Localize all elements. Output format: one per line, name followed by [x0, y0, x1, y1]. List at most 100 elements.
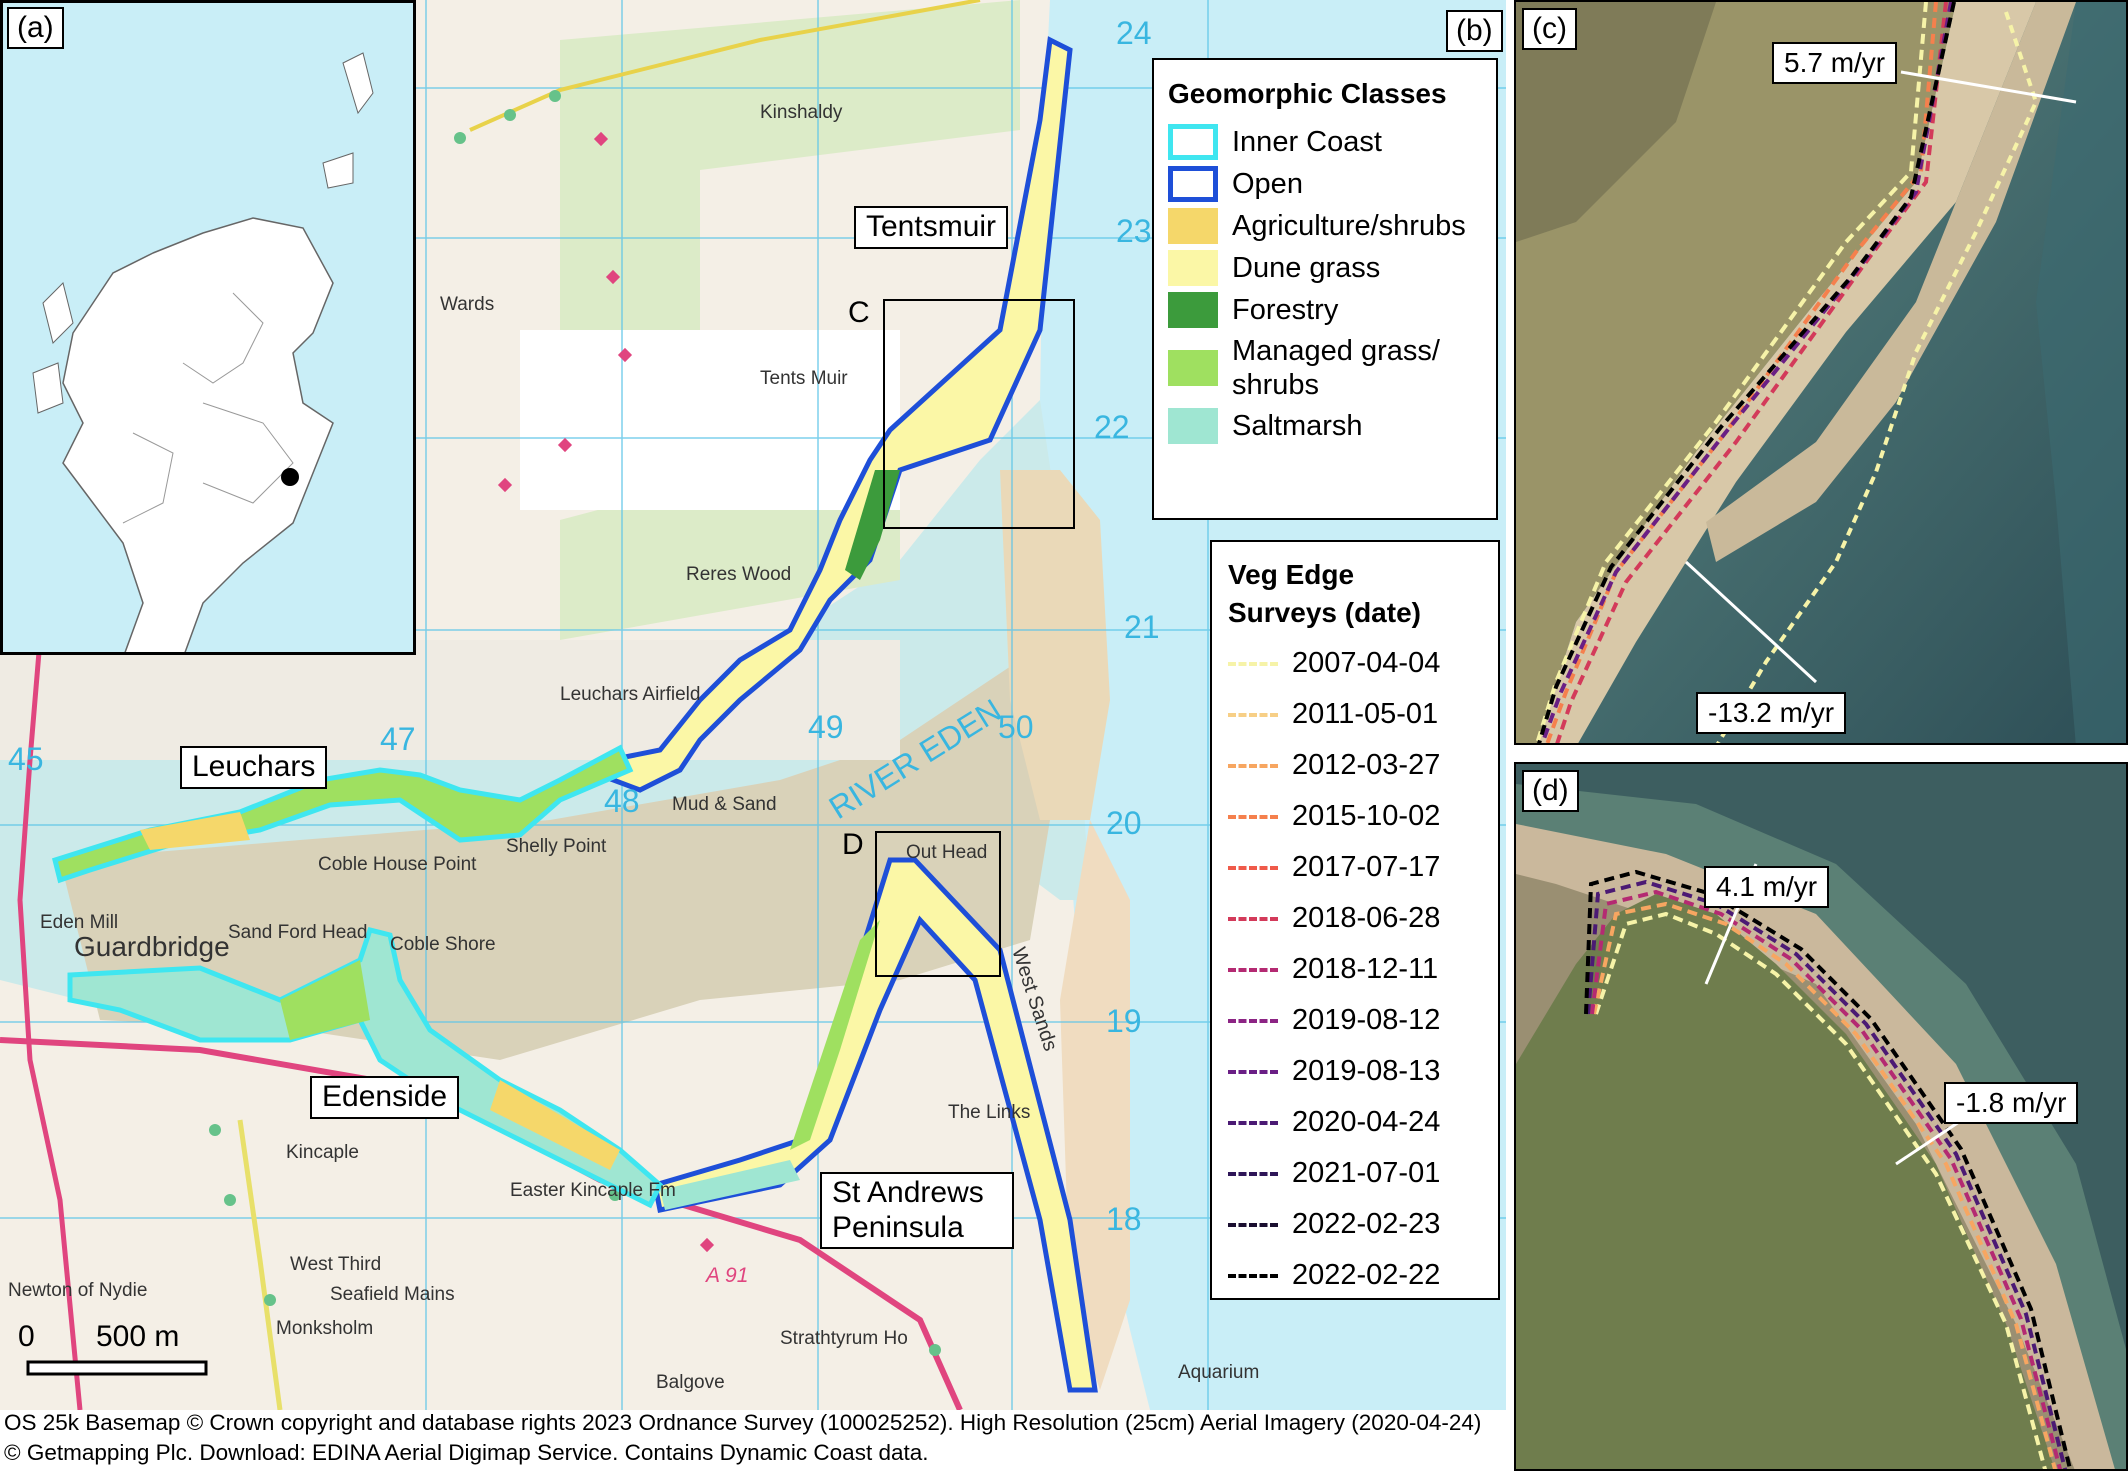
- legend-class-label: Managed grass/ shrubs: [1232, 335, 1440, 401]
- legend-class-label: Agriculture/shrubs: [1232, 210, 1466, 242]
- legend-survey-date: 2022-02-22: [1292, 1259, 1441, 1291]
- inset-box-c-label: C: [848, 296, 870, 329]
- legend-survey-date: 2018-06-28: [1292, 902, 1441, 934]
- inset-d-panel: (d) 4.1 m/yr -1.8 m/yr: [1514, 762, 2128, 1471]
- label-monksholm: Monksholm: [276, 1318, 373, 1339]
- grid-label-47: 47: [380, 721, 416, 757]
- legend-class-dune-grass: Dune grass: [1168, 250, 1484, 286]
- label-strathtyrum: Strathtyrum Ho: [780, 1328, 908, 1349]
- legend-dash-line: [1228, 1069, 1278, 1074]
- label-tents-muir: Tents Muir: [760, 368, 848, 389]
- label-coble-shore: Coble Shore: [390, 934, 496, 955]
- legend-dash-line: [1228, 661, 1278, 666]
- legend-survey-2019-08-13: 2019-08-13: [1228, 1046, 1486, 1097]
- label-coble-house-point: Coble House Point: [318, 854, 477, 875]
- legend-class-managed-grass-shrubs: Managed grass/ shrubs: [1168, 334, 1484, 402]
- label-eden-mill: Eden Mill: [40, 912, 118, 933]
- legend-dash-line: [1228, 1273, 1278, 1278]
- legend-survey-date: 2018-12-11: [1292, 953, 1439, 985]
- legend-survey-2022-02-23: 2022-02-23: [1228, 1199, 1486, 1250]
- label-sand-ford-head: Sand Ford Head: [228, 922, 367, 943]
- scale-bar-distance: 500 m: [96, 1320, 180, 1353]
- grid-label-19: 19: [1106, 1003, 1142, 1039]
- rate-c-upper: 5.7 m/yr: [1772, 42, 1898, 84]
- scale-bar-zero: 0: [18, 1320, 35, 1353]
- legend-survey-date: 2015-10-02: [1292, 800, 1441, 832]
- rate-c-lower: -13.2 m/yr: [1696, 692, 1847, 734]
- edenside-label: Edenside: [310, 1076, 460, 1119]
- grid-label-48: 48: [604, 783, 640, 819]
- scotland-overview: [32, 52, 374, 652]
- legend-class-saltmarsh: Saltmarsh: [1168, 408, 1484, 444]
- legend-survey-date: 2021-07-01: [1292, 1157, 1441, 1189]
- grid-label-49: 49: [808, 709, 844, 745]
- rate-d-lower: -1.8 m/yr: [1944, 1082, 2079, 1124]
- legend-survey-2022-02-22: 2022-02-22: [1228, 1250, 1486, 1301]
- label-the-links: The Links: [948, 1102, 1030, 1123]
- label-aquarium: Aquarium: [1178, 1362, 1259, 1383]
- legend-survey-date: 2019-08-12: [1292, 1004, 1441, 1036]
- label-kinshaldy: Kinshaldy: [760, 102, 843, 123]
- legend-class-label: Saltmarsh: [1232, 410, 1363, 442]
- tentsmuir-label: Tentsmuir: [854, 206, 1009, 249]
- grid-label-22: 22: [1094, 409, 1130, 445]
- panel-a-label: (a): [7, 7, 64, 49]
- label-wards: Wards: [440, 294, 494, 315]
- legend-swatch: [1168, 250, 1218, 286]
- legend-class-label: Dune grass: [1232, 252, 1381, 284]
- legend-class-agriculture-shrubs: Agriculture/shrubs: [1168, 208, 1484, 244]
- label-out-head: Out Head: [906, 842, 987, 863]
- legend-survey-date: 2007-04-04: [1292, 647, 1441, 679]
- geomorphic-legend-title: Geomorphic Classes: [1168, 78, 1447, 109]
- label-reres-wood: Reres Wood: [686, 564, 791, 585]
- grid-label-23: 23: [1116, 213, 1152, 249]
- rate-d-upper: 4.1 m/yr: [1704, 866, 1830, 908]
- legend-survey-2021-07-01: 2021-07-01: [1228, 1148, 1486, 1199]
- grid-label-21: 21: [1124, 609, 1160, 645]
- label-shelly-point: Shelly Point: [506, 836, 607, 857]
- label-west-third: West Third: [290, 1254, 381, 1275]
- legend-dash-line: [1228, 1171, 1278, 1176]
- label-newton-of-nydie: Newton of Nydie: [8, 1280, 147, 1301]
- label-a91: A 91: [704, 1264, 748, 1287]
- credits-line-1: OS 25k Basemap © Crown copyright and dat…: [4, 1410, 1482, 1435]
- label-seafield-mains: Seafield Mains: [330, 1284, 455, 1305]
- inset-c-aerial: [1516, 2, 2126, 743]
- grid-label-45: 45: [8, 741, 44, 777]
- legend-survey-2018-12-11: 2018-12-11: [1228, 944, 1486, 995]
- panel-c-label: (c): [1522, 8, 1577, 50]
- legend-survey-2011-05-01: 2011-05-01: [1228, 689, 1486, 740]
- leuchars-label: Leuchars: [180, 746, 328, 789]
- label-guardbridge: Guardbridge: [74, 931, 230, 962]
- legend-swatch: [1168, 408, 1218, 444]
- legend-survey-2019-08-12: 2019-08-12: [1228, 995, 1486, 1046]
- panel-b-label: (b): [1446, 10, 1503, 52]
- legend-survey-date: 2020-04-24: [1292, 1106, 1441, 1138]
- panel-d-label: (d): [1522, 770, 1579, 812]
- legend-class-inner-coast: Inner Coast: [1168, 124, 1484, 160]
- legend-class-label: Forestry: [1232, 294, 1339, 326]
- legend-dash-line: [1228, 1222, 1278, 1227]
- legend-survey-date: 2019-08-13: [1292, 1055, 1441, 1087]
- grid-label-20: 20: [1106, 805, 1142, 841]
- legend-swatch: [1168, 166, 1218, 202]
- legend-swatch: [1168, 208, 1218, 244]
- legend-class-label: Open: [1232, 168, 1303, 200]
- legend-swatch: [1168, 124, 1218, 160]
- grid-label-24: 24: [1116, 15, 1152, 51]
- overview-map-panel: (a): [0, 0, 416, 655]
- legend-dash-line: [1228, 865, 1278, 870]
- legend-dash-line: [1228, 916, 1278, 921]
- legend-survey-2018-06-28: 2018-06-28: [1228, 893, 1486, 944]
- inset-c-panel: (c) 5.7 m/yr -13.2 m/yr: [1514, 0, 2128, 745]
- st-andrews-label: St Andrews Peninsula: [820, 1172, 1014, 1249]
- grid-label-50: 50: [998, 709, 1034, 745]
- legend-survey-2012-03-27: 2012-03-27: [1228, 740, 1486, 791]
- label-leuchars-airfield: Leuchars Airfield: [560, 684, 700, 705]
- legend-dash-line: [1228, 1018, 1278, 1023]
- legend-class-forestry: Forestry: [1168, 292, 1484, 328]
- legend-survey-date: 2022-02-23: [1292, 1208, 1441, 1240]
- geomorphic-classes-legend: Geomorphic Classes Inner Coast Open Agricu…: [1152, 58, 1498, 520]
- legend-dash-line: [1228, 763, 1278, 768]
- legend-dash-line: [1228, 712, 1278, 717]
